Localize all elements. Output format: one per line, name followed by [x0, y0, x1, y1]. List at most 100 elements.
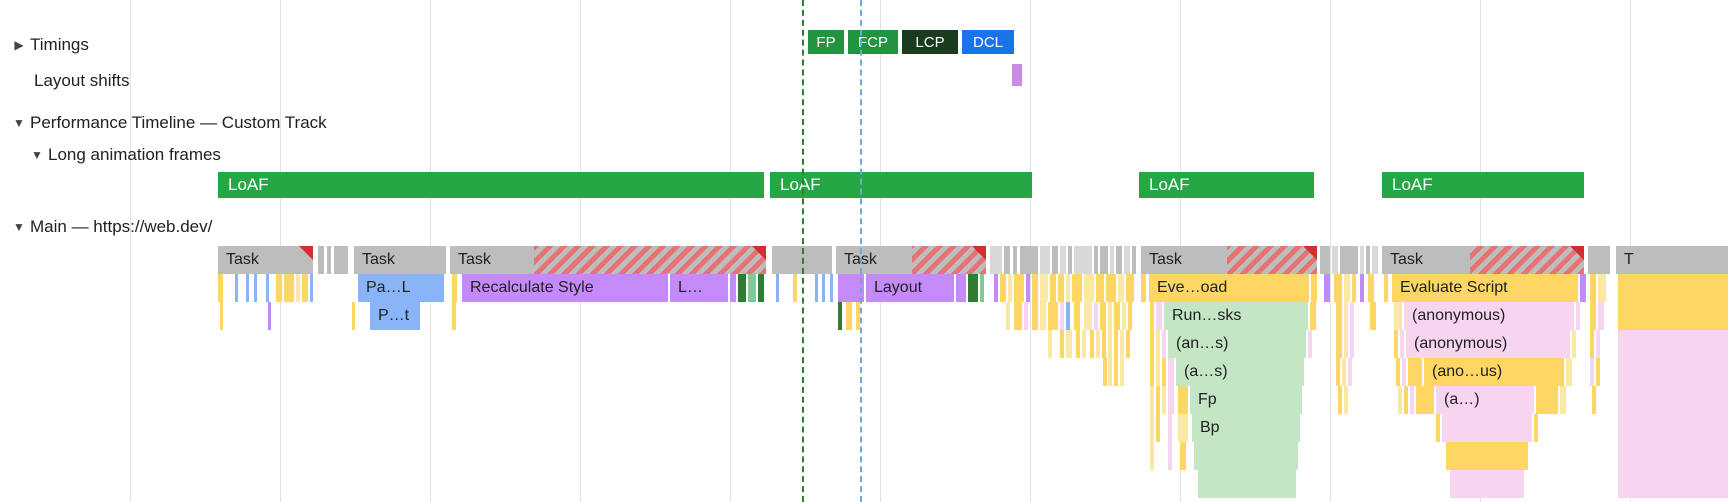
flame-bar[interactable]: [1308, 330, 1312, 358]
flame-bar[interactable]: [235, 274, 238, 302]
flame-bar[interactable]: [1352, 274, 1356, 302]
flame-bar[interactable]: [1410, 386, 1414, 414]
flame-bar[interactable]: [1398, 386, 1402, 414]
flame-bar[interactable]: [1334, 274, 1342, 302]
flame-bar[interactable]: [1590, 302, 1596, 330]
flame-bar[interactable]: [1150, 302, 1154, 330]
flame-bar[interactable]: [1108, 330, 1112, 358]
flame-bar[interactable]: [1442, 414, 1532, 442]
flame-bar[interactable]: [1394, 330, 1398, 358]
task-bar-sm[interactable]: [1372, 246, 1378, 274]
flame-bar[interactable]: [1000, 274, 1006, 302]
flame-bar[interactable]: [1102, 330, 1106, 358]
flame-bar-layout-short[interactable]: L…: [670, 274, 728, 302]
flame-bar[interactable]: [1024, 302, 1028, 330]
track-header-layout-shifts[interactable]: Layout shifts: [12, 66, 1728, 96]
flame-bar[interactable]: [1156, 414, 1160, 442]
flame-bar[interactable]: [1040, 274, 1048, 302]
flame-bar-layout[interactable]: Layout: [866, 274, 954, 302]
flame-bar[interactable]: [1402, 358, 1406, 386]
track-header-perf-timeline[interactable]: ▼ Performance Timeline — Custom Track: [12, 108, 1728, 138]
flame-bar[interactable]: [1108, 302, 1112, 330]
flame-bar-event[interactable]: Eve…oad: [1149, 274, 1309, 302]
flame-bar[interactable]: [1126, 330, 1130, 358]
flame-bar[interactable]: [1014, 302, 1022, 330]
flame-bar[interactable]: [1596, 330, 1600, 358]
flame-bar[interactable]: [1066, 330, 1072, 358]
flame-bar-anous[interactable]: (ano…us): [1424, 358, 1564, 386]
flame-bar[interactable]: [1344, 386, 1348, 414]
caret-down-icon[interactable]: ▼: [12, 220, 26, 234]
flame-bar[interactable]: [218, 274, 223, 302]
flame-bar[interactable]: [1150, 414, 1154, 442]
flame-bar[interactable]: [1108, 358, 1112, 386]
task-bar-sm[interactable]: [1094, 246, 1098, 274]
flame-bar[interactable]: [1408, 358, 1422, 386]
flame-bar[interactable]: [1076, 330, 1080, 358]
flame-bar-fp[interactable]: Fp: [1190, 386, 1302, 414]
loaf-bar[interactable]: LoAF: [1382, 172, 1584, 198]
task-bar-sm[interactable]: [1040, 246, 1050, 274]
flame-bar[interactable]: [856, 302, 860, 330]
flame-bar[interactable]: [1156, 386, 1160, 414]
track-header-main[interactable]: ▼ Main — https://web.dev/: [12, 212, 1728, 242]
flame-bar[interactable]: [1126, 274, 1134, 302]
flame-bar[interactable]: [352, 302, 355, 330]
flame-bar-runsks[interactable]: Run…sks: [1164, 302, 1308, 330]
flame-bar-parse[interactable]: Pa…L: [358, 274, 444, 302]
flame-bar[interactable]: [980, 274, 984, 302]
flame-bar[interactable]: [956, 274, 966, 302]
marker-fp[interactable]: FP: [808, 30, 844, 54]
flame-bar[interactable]: [1618, 358, 1728, 386]
task-bar-sm[interactable]: [1340, 246, 1358, 274]
flame-bar[interactable]: [1040, 302, 1046, 330]
flame-bar[interactable]: [1350, 330, 1354, 358]
flame-bar[interactable]: [1446, 442, 1528, 470]
flame-bar[interactable]: [1360, 274, 1364, 302]
flame-bar[interactable]: [1566, 358, 1572, 386]
flame-bar-a[interactable]: (a…): [1436, 386, 1534, 414]
flame-bar[interactable]: [284, 274, 294, 302]
flame-bar[interactable]: [1156, 302, 1162, 330]
flame-bar[interactable]: [815, 274, 818, 302]
task-bar-sm[interactable]: [1068, 246, 1072, 274]
flame-bar[interactable]: [1006, 302, 1010, 330]
flame-bar[interactable]: [1168, 414, 1172, 442]
flame-bar[interactable]: [748, 274, 756, 302]
flame-bar[interactable]: [1114, 330, 1118, 358]
flame-bar[interactable]: [830, 274, 833, 302]
flame-bar[interactable]: [1032, 302, 1038, 330]
flame-bar[interactable]: [296, 274, 300, 302]
task-bar[interactable]: Task: [1141, 246, 1317, 274]
flame-bar[interactable]: [1084, 302, 1092, 330]
marker-lcp[interactable]: LCP: [902, 30, 958, 54]
flame-bar[interactable]: [1394, 302, 1402, 330]
flame-bar[interactable]: [1590, 358, 1594, 386]
flame-bar[interactable]: [1150, 358, 1154, 386]
flame-bar[interactable]: [1058, 274, 1064, 302]
flame-bar[interactable]: [1048, 330, 1052, 358]
flame-bar[interactable]: [220, 302, 223, 330]
flame-bar[interactable]: [1150, 442, 1154, 470]
flame-bar[interactable]: [1048, 302, 1058, 330]
task-bar-sm[interactable]: [1588, 246, 1610, 274]
flame-bar[interactable]: [1536, 386, 1558, 414]
task-bar-sm[interactable]: [1332, 246, 1338, 274]
flame-bar[interactable]: [1368, 274, 1374, 302]
flame-bar[interactable]: [1618, 274, 1728, 302]
flame-bar[interactable]: [1072, 274, 1082, 302]
task-bar-sm[interactable]: [1110, 246, 1114, 274]
flame-bar[interactable]: [246, 274, 249, 302]
flame-bar[interactable]: [1120, 358, 1124, 386]
flame-bar[interactable]: [1560, 386, 1566, 414]
flame-bar[interactable]: [1150, 386, 1154, 414]
flame-bar[interactable]: [1572, 330, 1576, 358]
flame-bar-anonymous2[interactable]: (anonymous): [1406, 330, 1570, 358]
flame-bar[interactable]: [1324, 274, 1330, 302]
flame-bar[interactable]: [1066, 274, 1070, 302]
flame-bar[interactable]: [776, 274, 779, 302]
flame-bar[interactable]: [838, 274, 864, 302]
flame-bar[interactable]: [1103, 358, 1107, 386]
task-bar-sm[interactable]: [1366, 246, 1370, 274]
flame-bar[interactable]: [846, 302, 852, 330]
